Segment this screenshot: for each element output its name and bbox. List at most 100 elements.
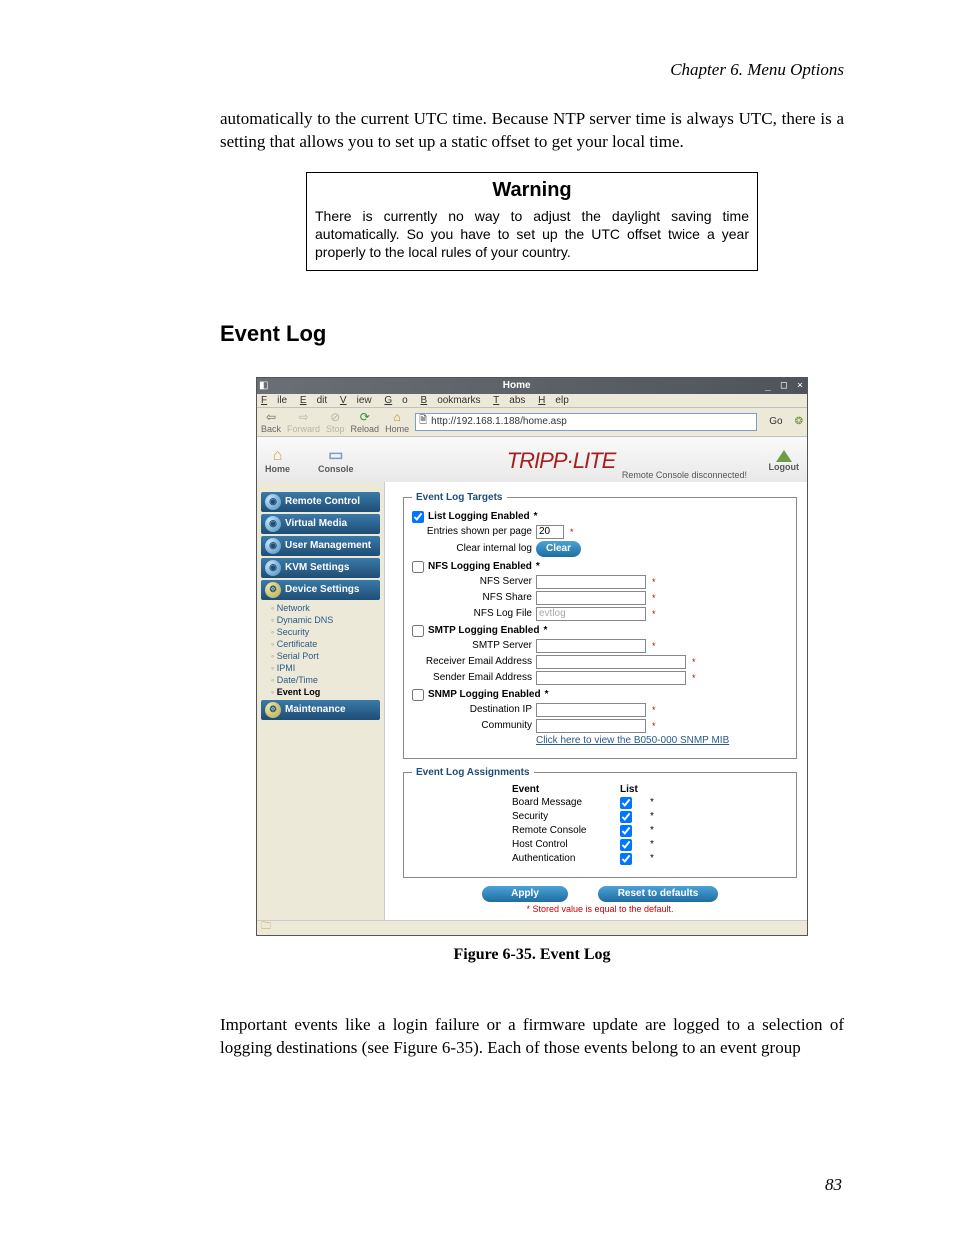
tripp-lite-logo: TRIPP·LITE xyxy=(507,448,616,474)
sidebar-virtual-media[interactable]: ◉Virtual Media xyxy=(261,514,380,534)
list-logging-group: List Logging Enabled* xyxy=(412,511,788,523)
forward-button: ⇨Forward xyxy=(287,410,320,434)
nfs-logging-group: NFS Logging Enabled* xyxy=(412,561,788,573)
sidebar-device-settings[interactable]: ⚙Device Settings xyxy=(261,580,380,600)
console-icon: ▭ xyxy=(328,448,343,464)
home-icon: ⌂ xyxy=(389,410,405,424)
sidebar-kvm-settings[interactable]: ◉KVM Settings xyxy=(261,558,380,578)
throbber-icon: ❂ xyxy=(795,416,803,427)
board-message-list-checkbox[interactable] xyxy=(620,797,632,809)
kvm-settings-icon: ◉ xyxy=(265,560,281,576)
browser-statusbar: 🗀 xyxy=(257,920,807,935)
smtp-logging-checkbox[interactable] xyxy=(412,625,424,637)
sidebar-link-security[interactable]: Security xyxy=(271,626,384,638)
community-input[interactable] xyxy=(536,719,646,733)
menu-tabs[interactable]: Tabs xyxy=(493,395,525,406)
maintenance-icon: ⚙ xyxy=(265,702,281,718)
apply-button[interactable]: Apply xyxy=(482,886,568,902)
forward-icon: ⇨ xyxy=(296,410,312,424)
menu-go[interactable]: Go xyxy=(384,395,407,406)
browser-menubar: File Edit View Go Bookmarks Tabs Help xyxy=(257,394,807,408)
sidebar-link-date-time[interactable]: Date/Time xyxy=(271,674,384,686)
default-footnote: * Stored value is equal to the default. xyxy=(403,904,797,914)
sidebar-remote-control[interactable]: ◉Remote Control xyxy=(261,492,380,512)
logout-icon xyxy=(776,450,792,462)
snmp-logging-checkbox[interactable] xyxy=(412,689,424,701)
folder-icon: 🗀 xyxy=(261,919,271,936)
nfs-logging-checkbox[interactable] xyxy=(412,561,424,573)
legend-targets: Event Log Targets xyxy=(412,492,507,503)
remote-control-icon: ◉ xyxy=(265,494,281,510)
sidebar-link-serial-port[interactable]: Serial Port xyxy=(271,650,384,662)
browser-toolbar: ⇦Back ⇨Forward ⊘Stop ⟳Reload ⌂Home 🗎http… xyxy=(257,408,807,437)
sender-email-input[interactable] xyxy=(536,671,686,685)
receiver-email-label: Receiver Email Address xyxy=(412,656,532,667)
menu-help[interactable]: Help xyxy=(538,395,569,406)
sidebar-link-event-log[interactable]: Event Log xyxy=(271,686,384,698)
menu-edit[interactable]: Edit xyxy=(300,395,327,406)
warning-title: Warning xyxy=(307,173,757,206)
nfs-share-label: NFS Share xyxy=(412,592,532,603)
outro-paragraph: Important events like a login failure or… xyxy=(220,1014,844,1060)
receiver-email-input[interactable] xyxy=(536,655,686,669)
menu-bookmarks[interactable]: Bookmarks xyxy=(421,395,481,406)
entries-label: Entries shown per page xyxy=(412,526,532,537)
nav-console[interactable]: ▭Console xyxy=(318,448,354,474)
chapter-header: Chapter 6. Menu Options xyxy=(220,60,844,80)
smtp-server-label: SMTP Server xyxy=(412,640,532,651)
sender-email-label: Sender Email Address xyxy=(412,672,532,683)
reset-to-defaults-button[interactable]: Reset to defaults xyxy=(598,886,718,902)
destination-ip-label: Destination IP xyxy=(412,704,532,715)
url-input[interactable]: 🗎http://192.168.1.188/home.asp xyxy=(415,413,757,431)
clear-button[interactable]: Clear xyxy=(536,541,581,557)
nfs-logfile-input[interactable] xyxy=(536,607,646,621)
window-title: Home xyxy=(268,380,764,391)
reload-icon: ⟳ xyxy=(357,410,373,424)
intro-paragraph: automatically to the current UTC time. B… xyxy=(220,108,844,154)
entries-per-page-input[interactable] xyxy=(536,525,564,539)
window-controls[interactable]: _ □ × xyxy=(765,380,805,391)
screenshot-figure: ◧ Home _ □ × File Edit View Go Bookmarks… xyxy=(256,377,808,936)
row-remote-console: Remote Console xyxy=(512,825,602,836)
destination-ip-input[interactable] xyxy=(536,703,646,717)
sidebar-maintenance[interactable]: ⚙Maintenance xyxy=(261,700,380,720)
nav-home[interactable]: ⌂Home xyxy=(265,448,290,474)
warning-box: Warning There is currently no way to adj… xyxy=(306,172,758,271)
host-control-list-checkbox[interactable] xyxy=(620,839,632,851)
col-list: List xyxy=(620,784,638,795)
sidebar-user-management[interactable]: ◉User Management xyxy=(261,536,380,556)
row-board-message: Board Message xyxy=(512,797,602,808)
nfs-share-input[interactable] xyxy=(536,591,646,605)
home-nav-icon: ⌂ xyxy=(273,448,283,464)
nfs-server-input[interactable] xyxy=(536,575,646,589)
snmp-mib-link[interactable]: Click here to view the B050-000 SNMP MIB xyxy=(536,735,729,746)
fieldset-event-log-assignments: Event Log Assignments EventList Board Me… xyxy=(403,767,797,878)
back-button[interactable]: ⇦Back xyxy=(261,410,281,434)
go-button[interactable]: Go xyxy=(769,416,782,427)
sidebar-link-dynamic-dns[interactable]: Dynamic DNS xyxy=(271,614,384,626)
home-button[interactable]: ⌂Home xyxy=(385,410,409,434)
app-body: ◉Remote Control ◉Virtual Media ◉User Man… xyxy=(257,482,807,920)
smtp-server-input[interactable] xyxy=(536,639,646,653)
sidebar-link-network[interactable]: Network xyxy=(271,602,384,614)
assignments-table: EventList Board Message* Security* Remot… xyxy=(512,784,788,865)
row-authentication: Authentication xyxy=(512,853,602,864)
snmp-logging-group: SNMP Logging Enabled* xyxy=(412,689,788,701)
menu-view[interactable]: View xyxy=(340,395,372,406)
page-number: 83 xyxy=(825,1175,842,1195)
logout-button[interactable]: Logout xyxy=(769,450,800,472)
list-logging-checkbox[interactable] xyxy=(412,511,424,523)
authentication-list-checkbox[interactable] xyxy=(620,853,632,865)
row-host-control: Host Control xyxy=(512,839,602,850)
sidebar-link-certificate[interactable]: Certificate xyxy=(271,638,384,650)
clear-log-label: Clear internal log xyxy=(412,543,532,554)
remote-console-list-checkbox[interactable] xyxy=(620,825,632,837)
reload-button[interactable]: ⟳Reload xyxy=(351,410,380,434)
figure-caption: Figure 6-35. Event Log xyxy=(220,946,844,964)
community-label: Community xyxy=(412,720,532,731)
main-panel: Event Log Targets List Logging Enabled* … xyxy=(385,482,807,920)
sidebar-link-ipmi[interactable]: IPMI xyxy=(271,662,384,674)
security-list-checkbox[interactable] xyxy=(620,811,632,823)
menu-file[interactable]: File xyxy=(261,395,287,406)
section-title-event-log: Event Log xyxy=(220,321,844,347)
